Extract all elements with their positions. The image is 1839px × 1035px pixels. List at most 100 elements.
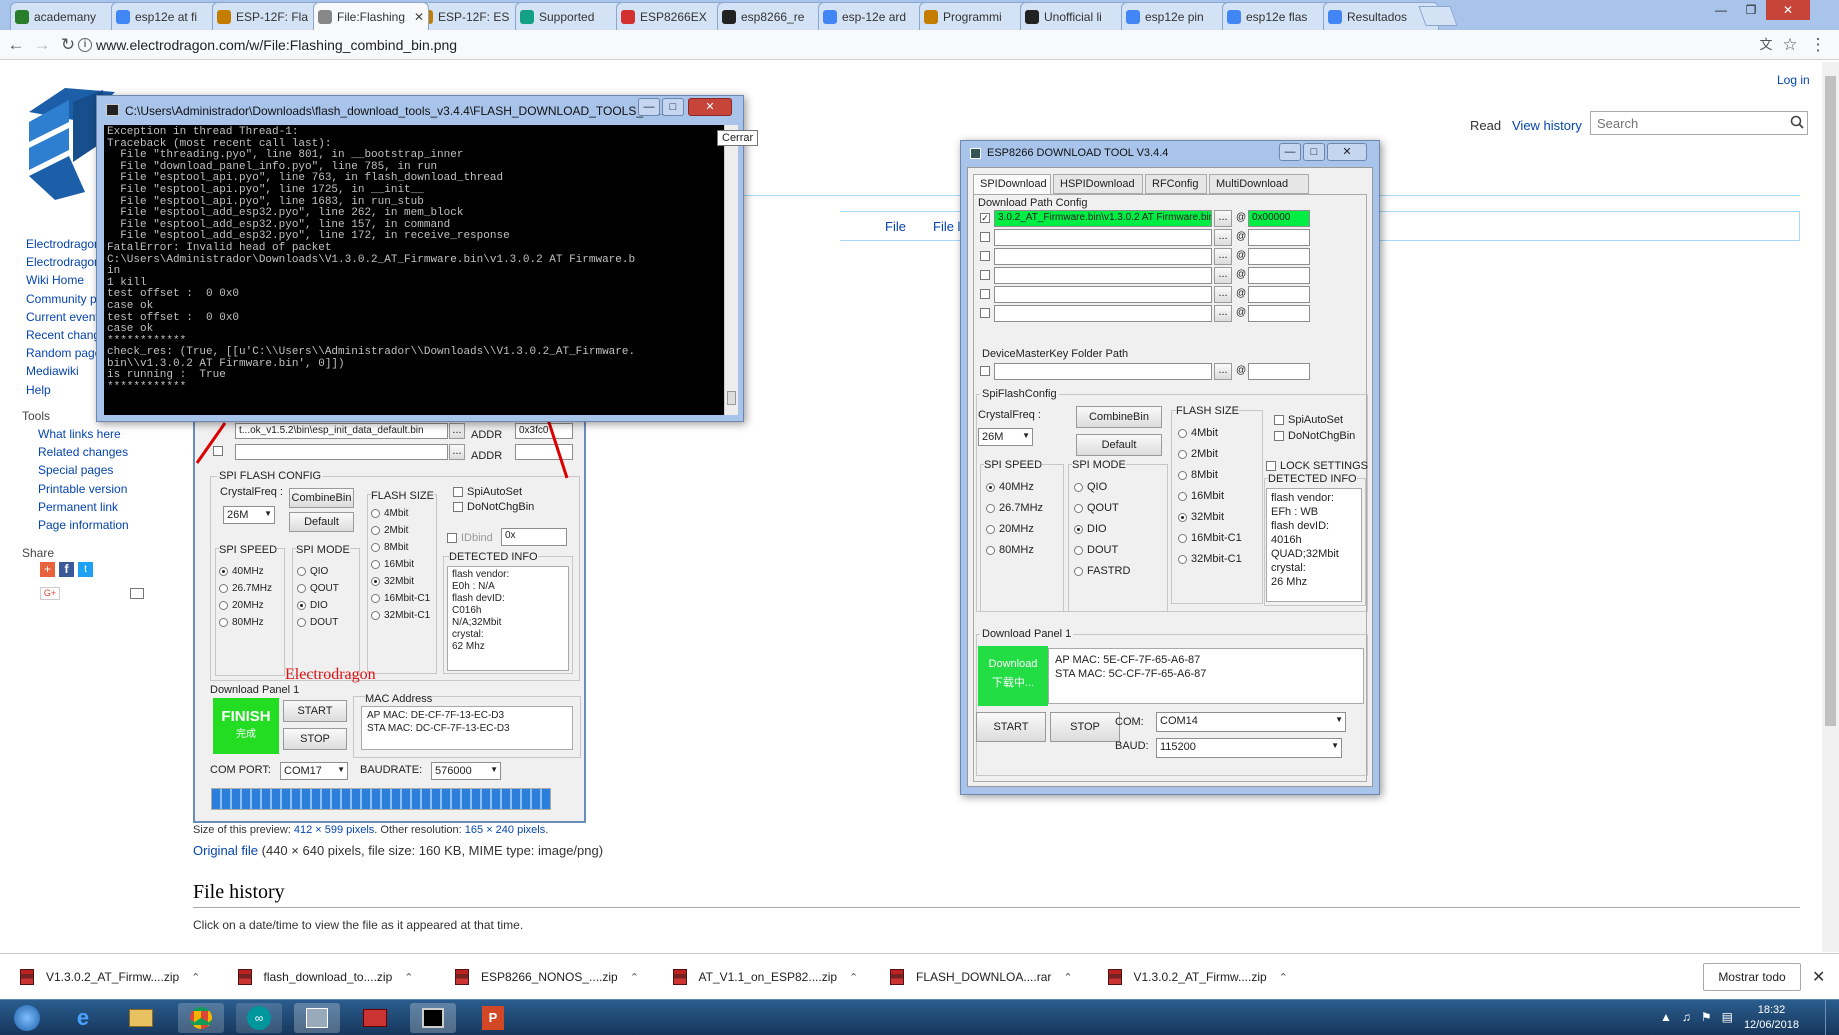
tab-close-icon[interactable]: ✕ [414,10,424,24]
browser-tab[interactable]: ESP-12F: Fla✕ [212,2,328,30]
path-field[interactable]: 3.0.2_AT_Firmware.bin\v1.3.0.2 AT Firmwa… [994,210,1212,227]
site-info-icon[interactable]: i [78,38,92,52]
view-history-tab[interactable]: View history [1512,118,1582,133]
download-item[interactable]: flash_download_to....zip ⌃ [237,962,413,992]
sidebar-link[interactable]: Wiki Home [26,273,84,287]
path-field[interactable] [994,286,1212,303]
close-shelf-icon[interactable]: ✕ [1812,967,1825,987]
old-spi-speed-option[interactable]: 20MHz [219,600,264,611]
console-minimize-button[interactable]: — [638,98,660,116]
tools-link[interactable]: Page information [38,518,129,532]
close-window-button[interactable]: ✕ [1766,0,1810,20]
browser-tab[interactable]: esp8266_re✕ [717,2,833,30]
twitter-icon[interactable]: t [78,562,93,577]
esp-minimize-button[interactable]: — [1279,143,1301,161]
old-flash-size-option[interactable]: 2Mbit [371,525,408,536]
old-flash-size-option[interactable]: 32Mbit-C1 [371,610,430,621]
chevron-up-icon[interactable]: ⌃ [1279,971,1288,984]
facebook-icon[interactable]: f [59,562,74,577]
esp-maximize-button[interactable]: □ [1303,143,1325,161]
show-desktop-button[interactable] [1825,1000,1839,1035]
sidebar-link[interactable]: Recent chang [26,328,100,342]
spiautoset-checkbox[interactable]: SpiAutoSet [1274,414,1343,426]
browse-button[interactable]: ... [1214,286,1232,303]
path-field[interactable] [994,267,1212,284]
offset-field[interactable] [1248,286,1310,303]
browse-button[interactable]: ... [1214,248,1232,265]
old-flash-size-option[interactable]: 4Mbit [371,508,408,519]
arduino-icon[interactable]: ∞ [236,1003,282,1033]
esp-tab[interactable]: HSPIDownload [1053,174,1143,194]
browse-button[interactable]: ... [1214,210,1232,227]
system-clock[interactable]: 18:32 12/06/2018 [1744,1003,1799,1033]
combinebin-button[interactable]: CombineBin [1076,406,1162,428]
download-item[interactable]: V1.3.0.2_AT_Firmw....zip ⌃ [20,962,200,992]
url-field[interactable]: www.electrodragon.com/w/File:Flashing_co… [96,37,457,53]
sidebar-link[interactable]: Current event [26,310,99,324]
offset-field[interactable] [1248,305,1310,322]
donotchgbin-checkbox[interactable]: DoNotChgBin [1274,430,1355,442]
powerpoint-icon[interactable]: P [470,1003,516,1033]
sidebar-link[interactable]: Random page [26,346,101,360]
browser-tab[interactable]: esp12e at fi✕ [111,2,227,30]
browse-button[interactable]: ... [1214,267,1232,284]
tools-link[interactable]: Special pages [38,463,113,477]
console-scrollbar[interactable] [724,125,738,415]
download-item[interactable]: ESP8266_NONOS_....zip ⌃ [455,962,639,992]
offset-field[interactable]: 0x00000 [1248,210,1310,227]
chevron-up-icon[interactable]: ⌃ [1063,971,1072,984]
esp-tab[interactable]: MultiDownload [1209,174,1309,194]
login-link[interactable]: Log in [1777,73,1810,87]
esp-tab[interactable]: SPIDownload [973,174,1051,194]
read-tab[interactable]: Read [1470,118,1501,133]
esp8266-tool-window[interactable]: ESP8266 DOWNLOAD TOOL V3.4.4 — □ ✕ SPIDo… [960,140,1380,795]
browser-tab[interactable]: ESP-12F: ES ✕ [414,2,530,30]
download-item[interactable]: AT_V1.1_on_ESP82....zip ⌃ [672,962,858,992]
old-spi-speed-option[interactable]: 80MHz [219,617,264,628]
esp-tab[interactable]: RFConfig [1145,174,1207,194]
spi-mode-option[interactable]: QOUT [1074,502,1119,514]
crystal-freq-select[interactable]: 26M ▼ [978,428,1033,446]
offset-field[interactable] [1248,229,1310,246]
chevron-up-icon[interactable]: ⌃ [404,971,413,984]
default-button[interactable]: Default [1076,434,1162,456]
flash-size-option[interactable]: 32Mbit [1178,511,1224,523]
reload-icon[interactable]: ↻ [58,35,78,55]
volume-icon[interactable]: ♫ [1682,1010,1691,1024]
path-field[interactable] [994,363,1212,380]
flash-size-option[interactable]: 8Mbit [1178,469,1218,481]
old-spi-mode-option[interactable]: QOUT [297,583,339,594]
browser-tab[interactable]: Unofficial li✕ [1020,2,1136,30]
flag-icon[interactable]: ⚑ [1701,1010,1712,1024]
start-orb-icon[interactable] [2,1003,52,1033]
page-scrollbar[interactable] [1822,62,1839,952]
browser-tab[interactable]: ESP8266EX✕ [616,2,732,30]
start-button[interactable]: START [976,712,1046,742]
browser-tab[interactable]: Programmi✕ [919,2,1035,30]
spi-speed-option[interactable]: 26.7MHz [986,502,1043,514]
email-share-icon[interactable] [130,588,144,599]
sidebar-link[interactable]: Electrodragon [26,255,101,269]
old-spi-mode-option[interactable]: QIO [297,566,328,577]
console-output[interactable]: Exception in thread Thread-1: Traceback (… [104,125,724,415]
flash-size-option[interactable]: 32Mbit-C1 [1178,553,1242,565]
path-checkbox[interactable]: ✓ [980,213,990,223]
offset-field[interactable] [1248,267,1310,284]
tools-link[interactable]: What links here [38,427,121,441]
sidebar-link[interactable]: Help [26,383,51,397]
spi-speed-option[interactable]: 20MHz [986,523,1034,535]
preview-size-link[interactable]: 412 × 599 pixels [294,824,374,836]
flash-size-option[interactable]: 4Mbit [1178,427,1218,439]
old-spi-speed-option[interactable]: 26.7MHz [219,583,272,594]
browser-menu-icon[interactable]: ⋮ [1808,35,1828,55]
show-all-downloads-button[interactable]: Mostrar todo [1703,963,1801,991]
path-checkbox[interactable] [980,270,990,280]
lock-settings-checkbox[interactable]: LOCK SETTINGS [1266,460,1368,472]
flash-size-option[interactable]: 16Mbit [1178,490,1224,502]
browser-tab[interactable]: File:Flashing ✕ [313,2,429,30]
old-flash-size-option[interactable]: 32Mbit [371,576,414,587]
browser-tab[interactable]: esp12e pin✕ [1121,2,1237,30]
restore-window-button[interactable]: ❐ [1736,0,1766,20]
google-plus-icon[interactable]: G+ [40,587,60,600]
flash-size-option[interactable]: 2Mbit [1178,448,1218,460]
